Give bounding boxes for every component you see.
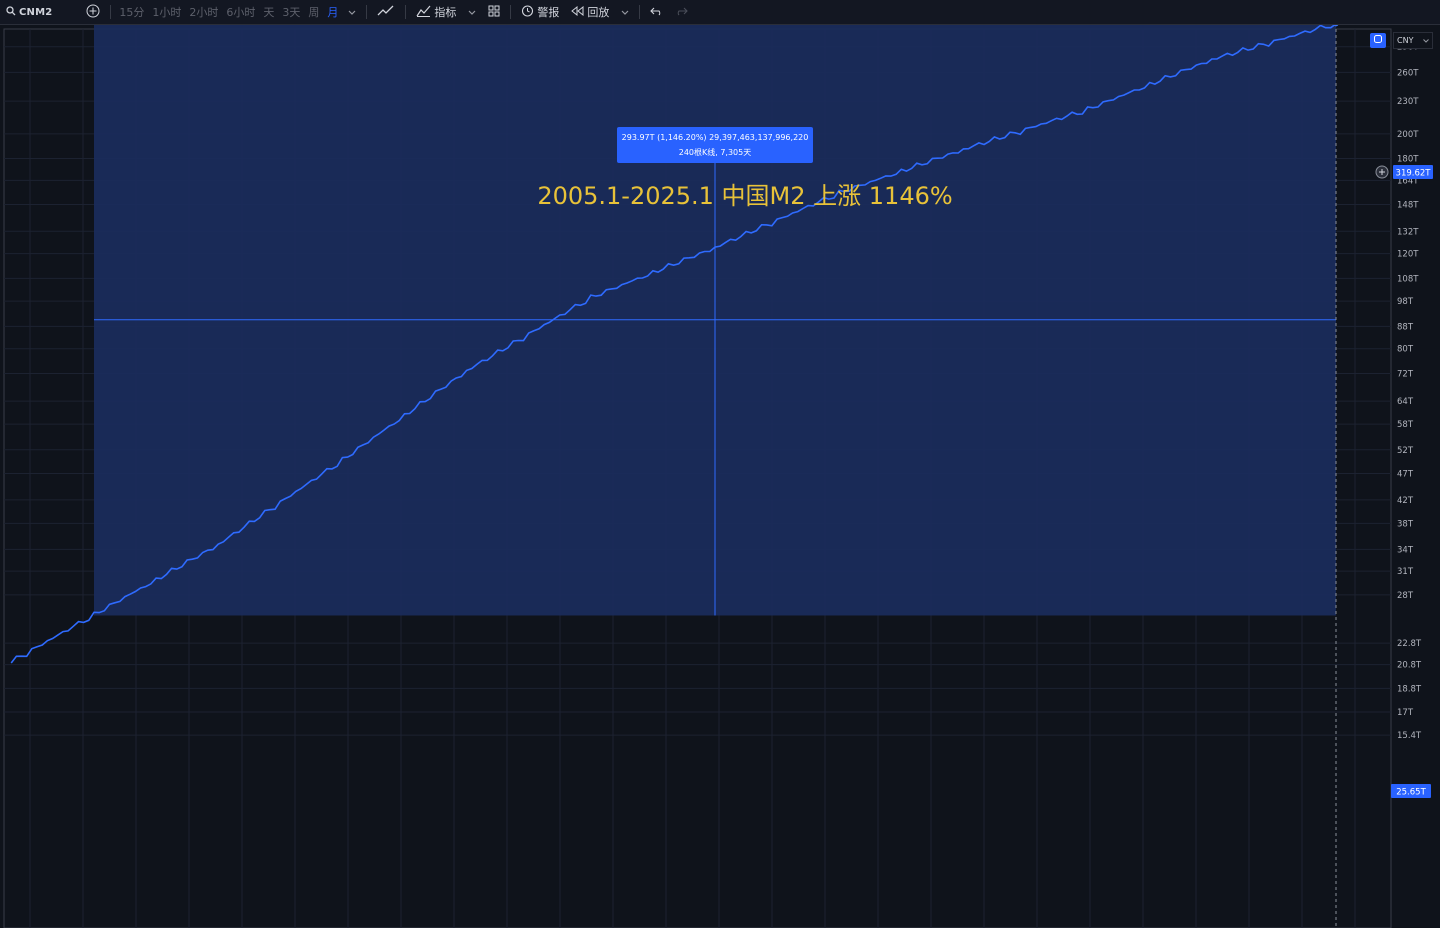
- interval-dropdown[interactable]: [342, 0, 362, 24]
- compare-button[interactable]: [80, 0, 106, 24]
- measure-line-1: 293.97T (1,146.20%) 29,397,463,137,996,2…: [621, 133, 809, 142]
- range-start-text: 25.65T: [1396, 788, 1426, 798]
- chevron-down-icon: [348, 6, 356, 19]
- price-tick-label: 64T: [1397, 397, 1414, 407]
- price-tick-label: 17T: [1397, 708, 1414, 718]
- undo-button[interactable]: [644, 0, 669, 24]
- price-tick-label: 31T: [1397, 567, 1414, 577]
- rewind-icon: [571, 5, 584, 19]
- replay-label: 回放: [587, 6, 610, 19]
- price-tick-label: 42T: [1397, 496, 1414, 506]
- interval-1d[interactable]: 天: [259, 0, 278, 24]
- indicators-icon: [416, 5, 431, 20]
- price-tick-label: 52T: [1397, 446, 1414, 456]
- add-alert-button[interactable]: [1375, 165, 1389, 179]
- replay-button[interactable]: 回放: [565, 0, 615, 24]
- interval-3d[interactable]: 3天: [278, 0, 304, 24]
- price-tick-label: 148T: [1397, 200, 1419, 210]
- price-tick-label: 108T: [1397, 274, 1419, 284]
- layout-button[interactable]: [482, 0, 506, 24]
- line-chart-icon: [377, 5, 395, 20]
- symbol-label: CNM2: [19, 6, 53, 18]
- divider: [366, 5, 368, 19]
- price-tick-label: 98T: [1397, 297, 1414, 307]
- symbol-search[interactable]: CNM2: [0, 0, 58, 24]
- divider: [405, 5, 407, 19]
- price-tick-label: 72T: [1397, 369, 1414, 379]
- settings-icon: [1373, 34, 1383, 47]
- chart-type-button[interactable]: [371, 0, 401, 24]
- grid-layout-icon: [488, 5, 500, 20]
- divider: [639, 5, 641, 19]
- undo-icon: [650, 6, 663, 19]
- range-start-label: 25.65T: [1391, 784, 1431, 798]
- price-tick-label: 132T: [1397, 227, 1419, 237]
- currency-label: CNY: [1397, 36, 1414, 45]
- top-toolbar: CNM2 15分 1小时 2小时 6小时 天 3天 周 月 指标 警报 回放: [0, 0, 1440, 25]
- redo-icon: [675, 6, 689, 19]
- chevron-down-icon: [1423, 36, 1429, 45]
- chevron-down-icon: [621, 6, 629, 19]
- price-tick-label: 120T: [1397, 250, 1419, 260]
- price-tick-label: 47T: [1397, 469, 1414, 479]
- chart-settings-button[interactable]: [1370, 33, 1386, 48]
- price-tick-label: 22.8T: [1397, 639, 1422, 649]
- interval-6h[interactable]: 6小时: [222, 0, 259, 24]
- measure-line-2: 240根K线, 7,305天: [678, 148, 752, 157]
- interval-1w[interactable]: 周: [304, 0, 323, 24]
- price-tick-label: 38T: [1397, 519, 1414, 529]
- chart-annotation-text: 2005.1-2025.1 中国M2 上涨 1146%: [537, 182, 953, 210]
- price-tick-label: 18.8T: [1397, 684, 1422, 694]
- price-tick-label: 80T: [1397, 345, 1414, 355]
- interval-1M[interactable]: 月: [323, 0, 342, 24]
- search-icon: [6, 5, 16, 19]
- price-tick-label: 28T: [1397, 591, 1414, 601]
- redo-button[interactable]: [669, 0, 694, 24]
- price-tick-label: 180T: [1397, 155, 1419, 165]
- alert-button[interactable]: 警报: [515, 0, 565, 24]
- price-tick-label: 230T: [1397, 97, 1419, 107]
- indicators-label: 指标: [434, 6, 457, 19]
- divider: [110, 5, 112, 19]
- price-axis[interactable]: 500T440T400T360T290T260T230T200T180T164T…: [1397, 25, 1422, 741]
- indicators-button[interactable]: 指标: [410, 0, 462, 24]
- price-tick-label: 20.8T: [1397, 661, 1422, 671]
- alert-label: 警报: [537, 6, 560, 19]
- plus-circle-icon: [86, 4, 100, 21]
- price-tick-label: 34T: [1397, 545, 1414, 555]
- interval-15m[interactable]: 15分: [115, 0, 148, 24]
- price-tick-label: 15.4T: [1397, 731, 1422, 741]
- price-tick-label: 58T: [1397, 420, 1414, 430]
- measure-tooltip: 293.97T (1,146.20%) 29,397,463,137,996,2…: [617, 127, 813, 163]
- interval-1h[interactable]: 1小时: [148, 0, 185, 24]
- price-tick-label: 88T: [1397, 322, 1414, 332]
- replay-dropdown[interactable]: [615, 0, 635, 24]
- chevron-down-icon: [468, 6, 476, 19]
- interval-2h[interactable]: 2小时: [185, 0, 222, 24]
- indicators-dropdown[interactable]: [462, 0, 482, 24]
- currency-select[interactable]: CNY: [1393, 32, 1433, 49]
- alarm-clock-icon: [521, 4, 534, 20]
- price-tick-label: 260T: [1397, 68, 1419, 78]
- divider: [510, 5, 512, 19]
- current-value-label: 319.62T: [1393, 165, 1433, 179]
- price-tick-label: 200T: [1397, 130, 1419, 140]
- current-value-text: 319.62T: [1396, 169, 1432, 179]
